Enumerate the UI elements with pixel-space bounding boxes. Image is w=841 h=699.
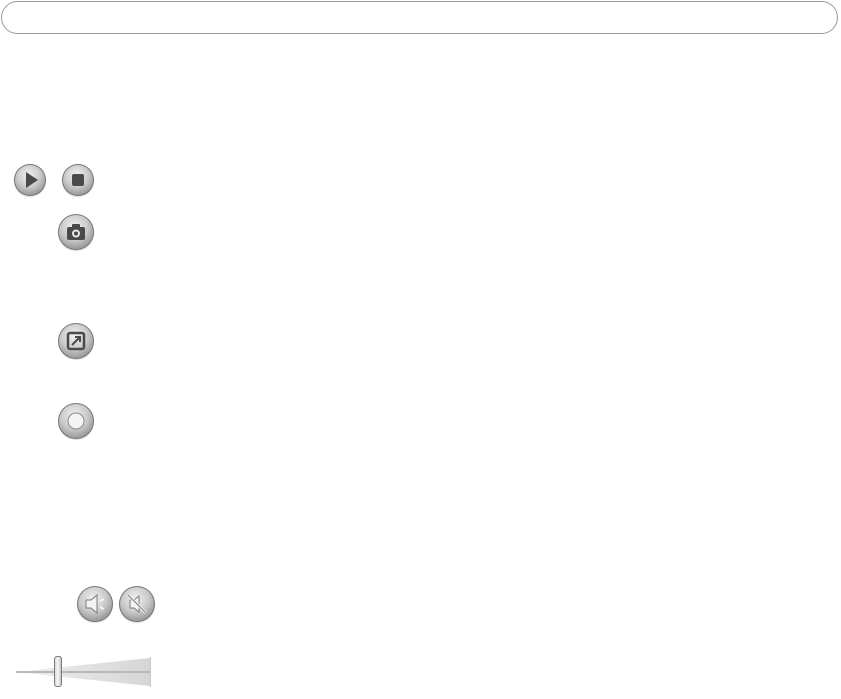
volume-track-end [150, 657, 151, 687]
camera-icon [67, 224, 85, 240]
address-bar[interactable] [1, 1, 838, 34]
mute-icon [126, 593, 148, 615]
speaker-button[interactable] [77, 586, 113, 622]
record-button[interactable] [58, 403, 94, 439]
mute-button[interactable] [119, 586, 155, 622]
play-icon [26, 172, 38, 188]
expand-button[interactable] [58, 323, 94, 359]
volume-thumb[interactable] [54, 656, 62, 687]
expand-icon [66, 331, 86, 351]
volume-track [16, 671, 150, 673]
record-icon [67, 412, 85, 430]
volume-slider[interactable] [16, 655, 152, 689]
snapshot-button[interactable] [58, 214, 94, 250]
stop-button[interactable] [62, 164, 94, 196]
stop-icon [72, 174, 84, 186]
speaker-icon [85, 593, 105, 615]
play-button[interactable] [14, 164, 46, 196]
